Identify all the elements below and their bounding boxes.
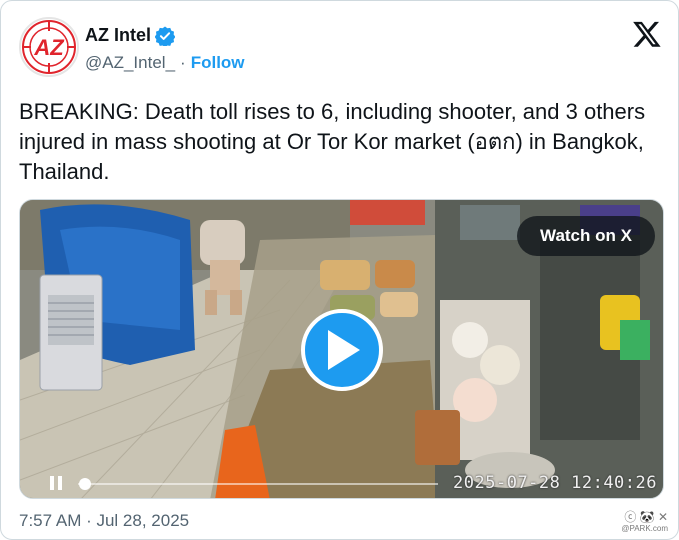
- az-logo-icon: AZ: [22, 20, 76, 74]
- tweet-text: BREAKING: Death toll rises to 6, includi…: [19, 99, 646, 184]
- tweet-card[interactable]: AZ AZ Intel @AZ_Intel_ · Follow BREAKING…: [0, 0, 679, 540]
- watermark-subtext: @PARK.com: [621, 524, 668, 533]
- handle-row: @AZ_Intel_ · Follow: [85, 53, 245, 73]
- watermark: ⓒ 🐼 ✕ @PARK.com: [621, 511, 668, 535]
- watch-on-x-button[interactable]: Watch on X: [517, 216, 655, 256]
- separator-dot: ·: [180, 53, 186, 72]
- post-timestamp[interactable]: 7:57 AM · Jul 28, 2025: [19, 511, 189, 531]
- progress-bar[interactable]: [78, 483, 438, 485]
- x-logo-icon[interactable]: [632, 19, 662, 49]
- avatar[interactable]: AZ: [19, 17, 79, 77]
- tweet-header: AZ AZ Intel @AZ_Intel_ · Follow: [19, 17, 664, 81]
- display-name[interactable]: AZ Intel: [85, 25, 151, 46]
- user-handle[interactable]: @AZ_Intel_: [85, 53, 175, 73]
- video-player[interactable]: Watch on X 2025-07-28 12:40:26: [19, 199, 664, 499]
- pause-icon[interactable]: [50, 476, 62, 490]
- avatar-text: AZ: [33, 35, 65, 60]
- watermark-text: ⓒ 🐼 ✕: [624, 510, 668, 524]
- follow-button[interactable]: Follow: [191, 53, 245, 73]
- play-button[interactable]: [301, 309, 383, 391]
- play-icon: [328, 330, 360, 370]
- video-timestamp: 2025-07-28 12:40:26: [453, 473, 657, 493]
- verified-badge-icon: [155, 25, 175, 46]
- name-row: AZ Intel: [85, 25, 175, 46]
